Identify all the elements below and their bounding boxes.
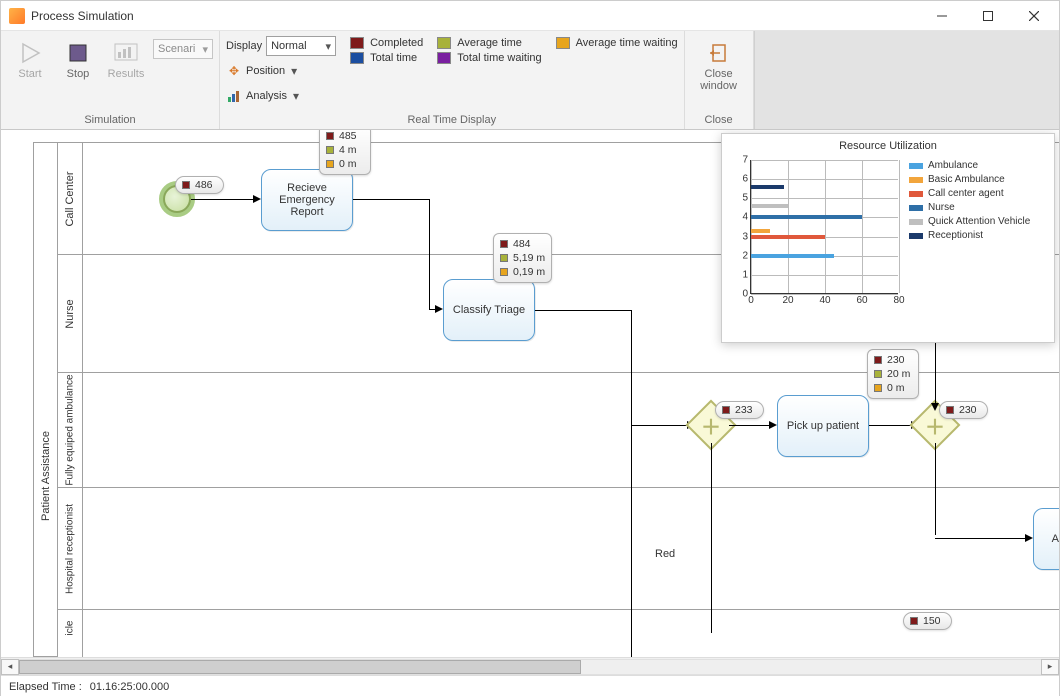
scroll-left-button[interactable]: ◂ <box>1 659 19 675</box>
sequence-flow <box>711 443 712 633</box>
stop-icon <box>65 40 91 66</box>
chevron-down-icon: ▾ <box>291 85 301 107</box>
chart-axes: 02040608001234567 <box>728 156 903 316</box>
task-receive-emergency-report[interactable]: Recieve Emergency Report <box>261 169 353 231</box>
resource-utilization-panel[interactable]: Resource Utilization 02040608001234567 A… <box>721 133 1055 343</box>
token-count-gateway-1: 233 <box>715 401 764 419</box>
group-label-simulation: Simulation <box>7 112 213 129</box>
scenario-select[interactable]: Scenari ▾ <box>153 39 213 59</box>
scroll-track[interactable] <box>19 659 1041 675</box>
lane-vehicle: icle 150 <box>57 610 1059 657</box>
close-button[interactable] <box>1011 1 1057 31</box>
elapsed-label: Elapsed Time : <box>9 681 82 693</box>
pool-title-label: Patient Assistance <box>40 431 52 521</box>
sequence-flow <box>631 425 691 426</box>
chevron-down-icon: ▾ <box>326 40 332 53</box>
analysis-button[interactable]: Analysis ▾ <box>226 85 336 107</box>
stats-badge-pickup: 230 20 m 0 m <box>867 349 919 399</box>
legend-total-wait: Total time waiting <box>437 52 541 64</box>
display-mode-select[interactable]: Normal ▾ <box>266 36 336 56</box>
arrowhead-icon <box>253 195 261 203</box>
start-button[interactable]: Start <box>7 35 53 85</box>
lane-ambulance: Fully equiped ambulance ＋ 233 Pick up pa… <box>57 373 1059 488</box>
app-logo-icon <box>9 8 25 24</box>
token-count-vehicle-partial: 150 <box>903 612 952 630</box>
elapsed-value: 01.16:25:00.000 <box>90 681 170 693</box>
diagram-canvas[interactable]: Patient Assistance Call Center 486 Recie… <box>1 130 1059 657</box>
group-label-realtime: Real Time Display <box>226 112 678 129</box>
legend-avg-time: Average time <box>437 37 541 49</box>
analysis-icon <box>226 88 242 104</box>
close-window-icon <box>706 40 732 66</box>
task-auth[interactable]: Auth <box>1033 508 1059 570</box>
arrowhead-icon <box>931 403 939 411</box>
task-pick-up-patient[interactable]: Pick up patient <box>777 395 869 457</box>
horizontal-scrollbar[interactable]: ◂ ▸ <box>1 657 1059 675</box>
maximize-button[interactable] <box>965 1 1011 31</box>
stats-badge-classify: 484 5,19 m 0,19 m <box>493 233 552 283</box>
pool-header: Patient Assistance <box>33 142 57 657</box>
sequence-flow <box>429 199 430 309</box>
flow-label-red: Red <box>655 548 675 560</box>
chevron-down-icon: ▾ <box>202 43 208 56</box>
lane-reception: Hospital receptionist Red Auth <box>57 488 1059 610</box>
chart-legend: AmbulanceBasic AmbulanceCall center agen… <box>909 156 1030 316</box>
stop-button[interactable]: Stop <box>55 35 101 85</box>
sequence-flow <box>535 310 631 311</box>
position-button[interactable]: ✥ Position ▾ <box>226 60 336 82</box>
legend-completed: Completed <box>350 37 423 49</box>
status-bar: Elapsed Time : 01.16:25:00.000 <box>1 675 1059 697</box>
scroll-right-button[interactable]: ▸ <box>1041 659 1059 675</box>
task-classify-triage[interactable]: Classify Triage <box>443 279 535 341</box>
titlebar: Process Simulation <box>1 1 1059 31</box>
scroll-thumb[interactable] <box>19 660 581 674</box>
display-label: Display <box>226 40 262 52</box>
window-title: Process Simulation <box>31 9 919 23</box>
close-window-button[interactable]: Closewindow <box>691 35 747 97</box>
sequence-flow <box>935 538 1027 539</box>
stats-badge-receive: 485 4 m 0 m <box>319 130 371 175</box>
token-count-gateway-2: 230 <box>939 401 988 419</box>
sequence-flow <box>631 310 632 425</box>
arrowhead-icon <box>1025 534 1033 542</box>
minimize-button[interactable] <box>919 1 965 31</box>
results-icon <box>113 40 139 66</box>
legend-avg-wait: Average time waiting <box>556 37 678 49</box>
position-icon: ✥ <box>226 63 242 79</box>
ribbon: Start Stop Results Scenari ▾ Simulation <box>1 31 1059 130</box>
chevron-down-icon: ▾ <box>289 60 299 82</box>
sequence-flow <box>869 425 913 426</box>
chart-title: Resource Utilization <box>728 140 1048 152</box>
group-label-close: Close <box>691 112 747 129</box>
sequence-flow <box>191 199 253 200</box>
token-count-start: 486 <box>175 176 224 194</box>
sequence-flow <box>353 199 429 200</box>
arrowhead-icon <box>435 305 443 313</box>
arrowhead-icon <box>769 421 777 429</box>
sequence-flow <box>729 425 771 426</box>
legend-total-time: Total time <box>350 52 423 64</box>
play-icon <box>17 40 43 66</box>
results-button[interactable]: Results <box>103 35 149 85</box>
